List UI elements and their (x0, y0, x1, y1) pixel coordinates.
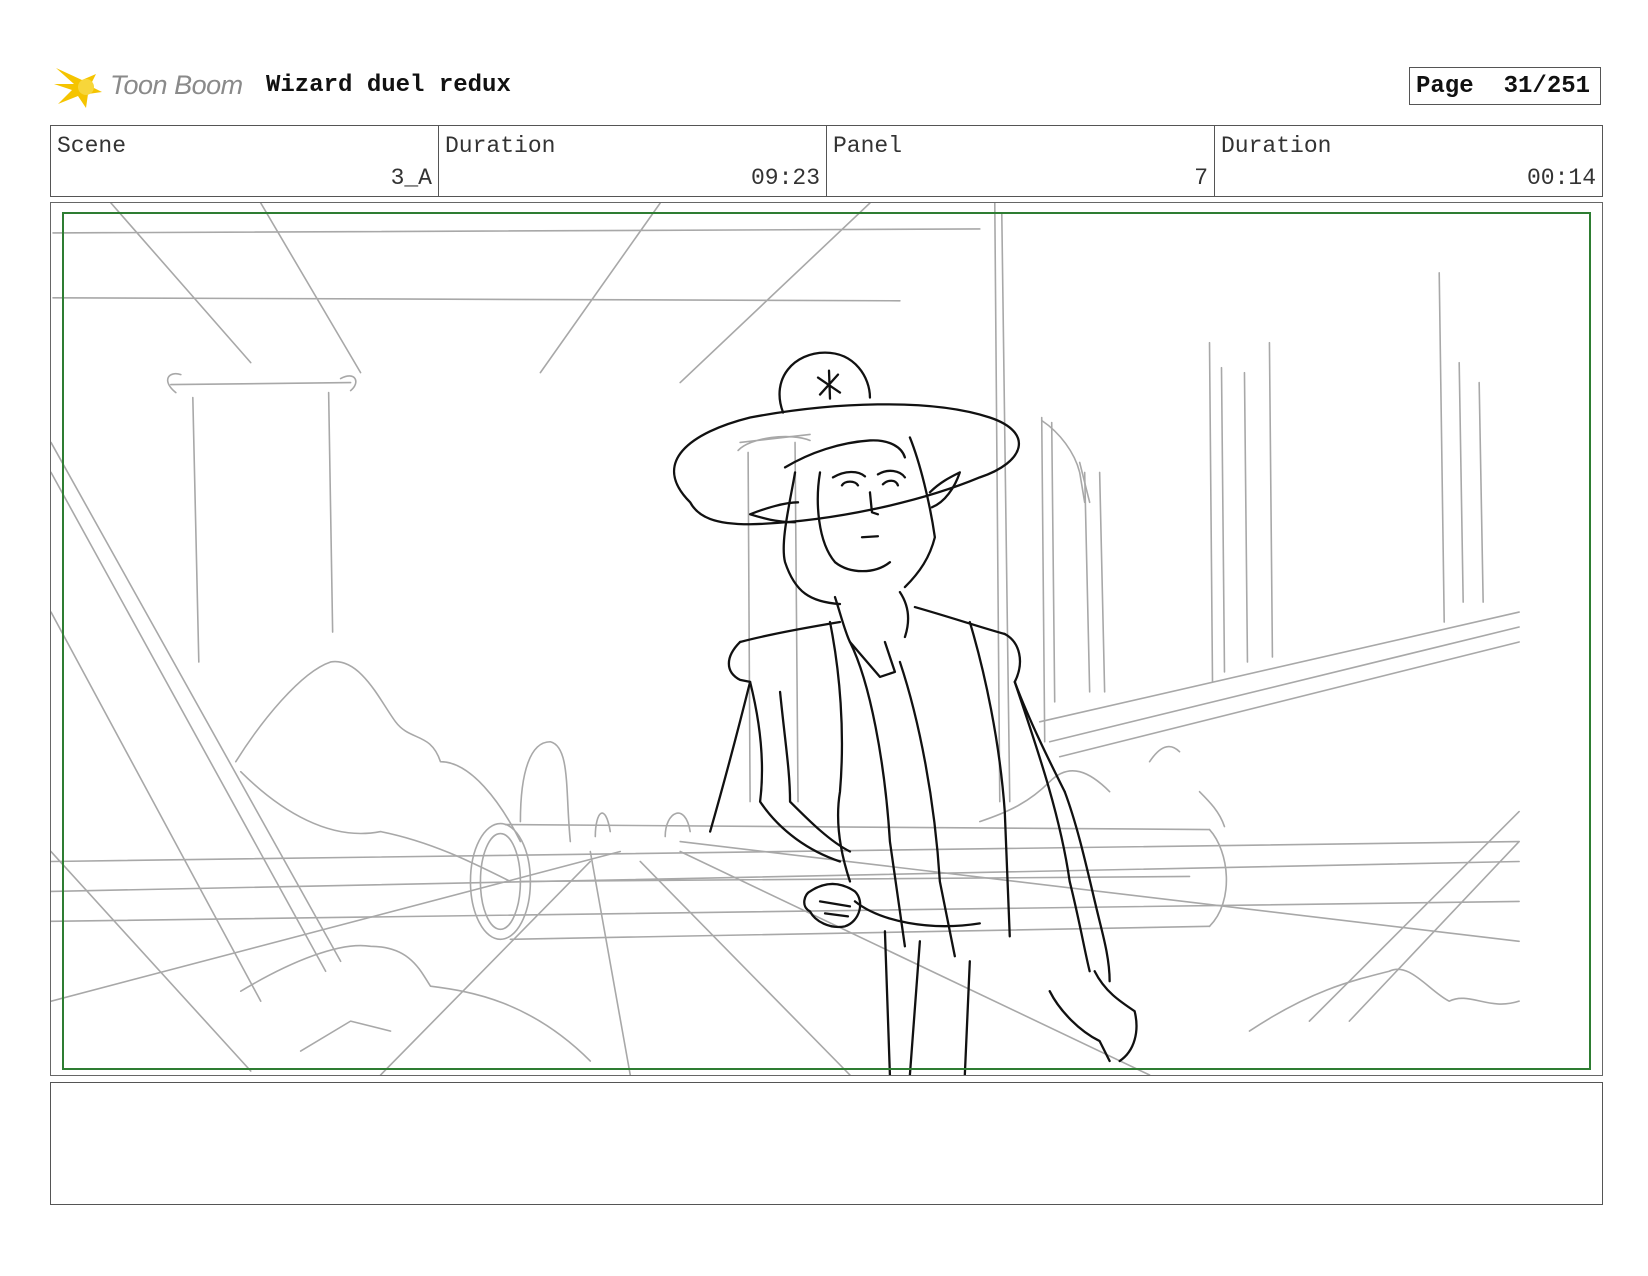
panel-notes-box (50, 1082, 1603, 1205)
panel-duration-cell: Duration 00:14 (1215, 126, 1602, 196)
document-title: Wizard duel redux (266, 72, 511, 99)
page-label: Page (1416, 72, 1474, 100)
logo-text: Toon Boom (110, 70, 243, 100)
scene-duration-value: 09:23 (750, 165, 820, 191)
safe-area-frame (62, 212, 1591, 1070)
panel-duration-value: 00:14 (1526, 165, 1596, 191)
storyboard-panel (50, 202, 1603, 1076)
panel-cell: Panel 7 (827, 126, 1215, 196)
toon-boom-burst-icon (54, 68, 102, 108)
toon-boom-logo: Toon Boom (52, 60, 252, 112)
scene-cell: Scene 3_A (51, 126, 439, 196)
page-number: 31/251 (1503, 72, 1591, 100)
scene-label: Scene (57, 133, 127, 159)
panel-duration-label: Duration (1221, 133, 1332, 159)
scene-info-row: Scene 3_A Duration 09:23 Panel 7 Duratio… (50, 125, 1603, 197)
scene-duration-cell: Duration 09:23 (439, 126, 827, 196)
scene-value: 3_A (390, 165, 432, 191)
scene-duration-label: Duration (445, 133, 556, 159)
page-indicator: Page 31/251 (1409, 67, 1601, 105)
panel-value: 7 (1194, 165, 1208, 191)
panel-label: Panel (833, 133, 903, 159)
